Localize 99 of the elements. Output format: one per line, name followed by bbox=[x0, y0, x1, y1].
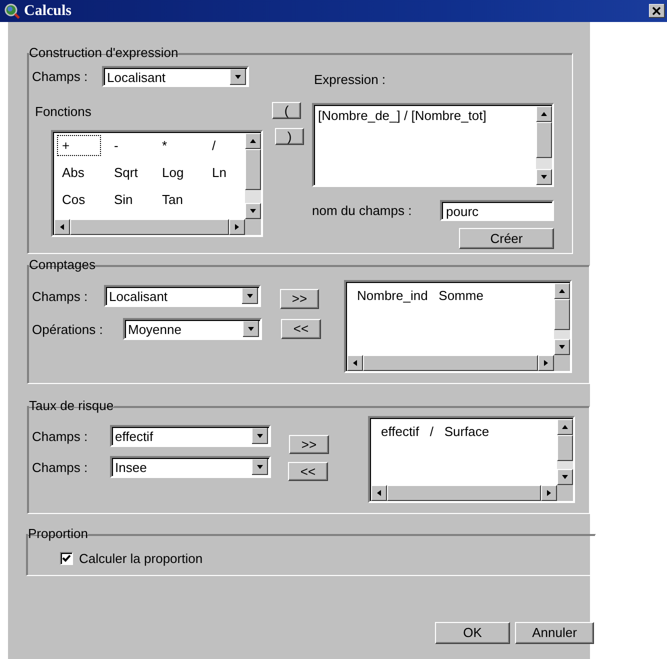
function-item[interactable]: * bbox=[157, 135, 172, 156]
checkbox[interactable] bbox=[60, 552, 73, 564]
scroll-thumb[interactable] bbox=[245, 149, 261, 190]
scroll-up-button[interactable] bbox=[557, 419, 573, 435]
list-item[interactable]: effectif / Surface bbox=[381, 424, 557, 440]
function-item[interactable]: Cos bbox=[57, 189, 90, 210]
function-item[interactable]: Abs bbox=[57, 162, 90, 183]
triangle-down-icon bbox=[558, 344, 566, 350]
remove-button[interactable]: << bbox=[281, 319, 321, 339]
section-label: Fonctions bbox=[35, 104, 92, 119]
paren-button[interactable]: ( bbox=[272, 102, 301, 119]
scrollbar-corner bbox=[245, 219, 261, 235]
dropdown-arrow-icon[interactable] bbox=[230, 68, 246, 84]
horizontal-scrollbar[interactable] bbox=[347, 355, 554, 371]
function-item[interactable]: Ln bbox=[207, 162, 232, 183]
vertical-scrollbar[interactable] bbox=[554, 283, 570, 355]
input-field[interactable]: pourc bbox=[440, 200, 554, 221]
triangle-up-icon bbox=[540, 111, 548, 117]
triangle-right-icon bbox=[543, 359, 549, 367]
field-label: Opérations : bbox=[32, 322, 104, 336]
remove-button[interactable]: << bbox=[288, 462, 328, 481]
scroll-thumb[interactable] bbox=[387, 485, 541, 501]
function-item[interactable]: Sin bbox=[109, 189, 138, 210]
field-label: Champs : bbox=[32, 69, 89, 84]
list-box[interactable]: Nombre_ind Somme bbox=[344, 280, 572, 373]
scroll-up-button[interactable] bbox=[536, 106, 552, 122]
triangle-right-icon bbox=[546, 489, 552, 497]
add-button[interactable]: >> bbox=[289, 435, 329, 454]
vertical-scrollbar[interactable] bbox=[245, 133, 261, 219]
group-title: Construction d'expression bbox=[29, 46, 178, 60]
field-label: nom du champs : bbox=[312, 203, 412, 218]
scroll-down-button[interactable] bbox=[554, 339, 570, 355]
dropdown-arrow-icon[interactable] bbox=[242, 288, 258, 304]
triangle-up-icon bbox=[558, 288, 566, 294]
scroll-up-button[interactable] bbox=[245, 133, 261, 149]
scroll-left-button[interactable] bbox=[54, 219, 70, 235]
horizontal-scrollbar[interactable] bbox=[54, 219, 245, 235]
close-icon[interactable] bbox=[649, 4, 665, 18]
function-item[interactable]: / bbox=[207, 135, 221, 156]
add-button[interactable]: >> bbox=[280, 289, 319, 309]
field-label: Champs : bbox=[32, 288, 89, 304]
triangle-left-icon bbox=[59, 223, 65, 231]
triangle-down-icon bbox=[561, 474, 569, 480]
scroll-thumb[interactable] bbox=[363, 355, 538, 371]
vertical-scrollbar[interactable] bbox=[557, 419, 573, 485]
group-title: Proportion bbox=[28, 527, 88, 541]
checkbox-label: Calculer la proportion bbox=[79, 550, 203, 566]
field-label: Champs : bbox=[32, 460, 89, 474]
window-title: Calculs bbox=[24, 2, 72, 20]
group-title: Comptages bbox=[29, 258, 96, 272]
ok-button[interactable]: OK bbox=[435, 622, 510, 644]
dropdown-field[interactable]: Insee bbox=[110, 456, 271, 478]
triangle-up-icon bbox=[249, 138, 257, 144]
field-label: Expression : bbox=[314, 72, 386, 87]
scrollbar-corner bbox=[557, 485, 573, 501]
field-label: Champs : bbox=[32, 428, 89, 444]
dropdown-field[interactable]: Moyenne bbox=[123, 318, 262, 340]
paren-button[interactable]: ) bbox=[275, 128, 304, 145]
dropdown-field[interactable]: Localisant bbox=[102, 66, 249, 87]
scroll-down-button[interactable] bbox=[557, 469, 573, 485]
scroll-thumb[interactable] bbox=[70, 219, 229, 235]
triangle-down-icon bbox=[540, 174, 548, 180]
dropdown-arrow-icon[interactable] bbox=[252, 459, 268, 475]
function-item[interactable]: + bbox=[57, 135, 101, 156]
list-item[interactable]: Nombre_ind Somme bbox=[357, 288, 554, 304]
triangle-right-icon bbox=[234, 223, 240, 231]
function-item[interactable]: Tan bbox=[157, 189, 188, 210]
dropdown-field[interactable]: effectif bbox=[110, 425, 271, 447]
scroll-right-button[interactable] bbox=[541, 485, 557, 501]
scroll-right-button[interactable] bbox=[538, 355, 554, 371]
scroll-left-button[interactable] bbox=[347, 355, 363, 371]
horizontal-scrollbar[interactable] bbox=[371, 485, 557, 501]
cancel-button[interactable]: Annuler bbox=[515, 622, 594, 644]
function-item[interactable]: Log bbox=[157, 162, 189, 183]
scroll-right-button[interactable] bbox=[229, 219, 245, 235]
scroll-up-button[interactable] bbox=[554, 283, 570, 299]
vertical-scrollbar[interactable] bbox=[536, 106, 552, 185]
list-box[interactable]: effectif / Surface bbox=[368, 416, 575, 503]
expression-field[interactable]: [Nombre_de_] / [Nombre_tot] bbox=[312, 103, 554, 187]
triangle-left-icon bbox=[376, 489, 382, 497]
function-item[interactable]: - bbox=[109, 135, 124, 156]
dropdown-arrow-icon[interactable] bbox=[243, 321, 259, 337]
list-box[interactable]: + - * / Abs Sqrt Log Ln Cos Sin Tan bbox=[51, 130, 263, 237]
scroll-down-button[interactable] bbox=[536, 169, 552, 185]
scroll-thumb[interactable] bbox=[557, 435, 573, 461]
triangle-down-icon bbox=[249, 208, 257, 214]
scrollbar-corner bbox=[554, 355, 570, 371]
triangle-left-icon bbox=[352, 359, 358, 367]
dropdown-arrow-icon[interactable] bbox=[252, 428, 268, 444]
create-button[interactable]: Créer bbox=[459, 228, 554, 249]
scroll-thumb[interactable] bbox=[554, 299, 570, 330]
scroll-down-button[interactable] bbox=[245, 203, 261, 219]
scroll-left-button[interactable] bbox=[371, 485, 387, 501]
globe-magnifier-icon bbox=[4, 3, 20, 19]
function-item[interactable]: Sqrt bbox=[109, 162, 143, 183]
group-title: Taux de risque bbox=[29, 399, 114, 413]
dropdown-field[interactable]: Localisant bbox=[104, 285, 261, 307]
triangle-up-icon bbox=[561, 424, 569, 430]
scroll-thumb[interactable] bbox=[536, 122, 552, 158]
